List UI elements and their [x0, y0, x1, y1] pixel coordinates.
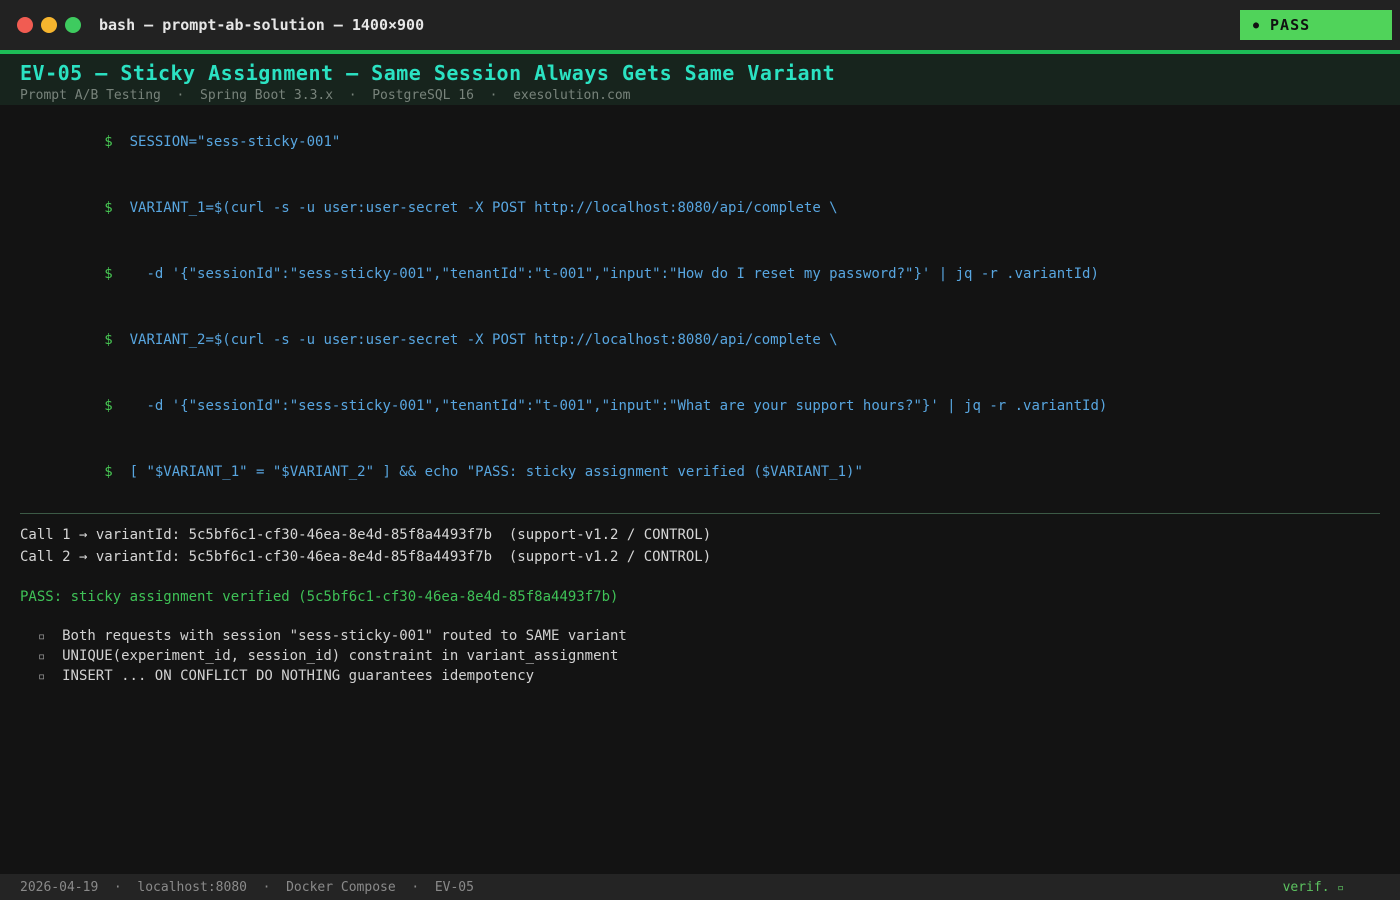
status-bar-right: verif. ▫ [1283, 880, 1344, 895]
status-bar: 2026-04-19 · localhost:8080 · Docker Com… [0, 874, 1400, 900]
note-item: ▫ UNIQUE(experiment_id, session_id) cons… [20, 646, 1380, 666]
terminal-body: $ SESSION="sess-sticky-001" $ VARIANT_1=… [0, 105, 1400, 820]
prompt-symbol: $ [104, 464, 113, 480]
note-text: UNIQUE(experiment_id, session_id) constr… [45, 648, 619, 664]
badge-label: PASS [1270, 16, 1311, 34]
traffic-lights [17, 17, 81, 33]
terminal-command-line: $ VARIANT_2=$(curl -s -u user:user-secre… [20, 307, 1380, 373]
close-button[interactable] [17, 17, 33, 33]
zoom-button[interactable] [65, 17, 81, 33]
minimize-button[interactable] [41, 17, 57, 33]
command-text: SESSION="sess-sticky-001" [112, 134, 341, 150]
command-text: VARIANT_1=$(curl -s -u user:user-secret … [112, 200, 838, 216]
prompt-symbol: $ [104, 332, 113, 348]
status-badge: ● PASS [1240, 10, 1392, 40]
window-title: bash — prompt-ab-solution — 1400×900 [99, 16, 425, 34]
note-text: INSERT ... ON CONFLICT DO NOTHING guaran… [45, 668, 535, 684]
terminal-command-line: $ VARIANT_1=$(curl -s -u user:user-secre… [20, 175, 1380, 241]
pass-result-line: PASS: sticky assignment verified (5c5bf6… [20, 589, 619, 605]
output-block: Call 1 → variantId: 5c5bf6c1-cf30-46ea-8… [20, 524, 1380, 568]
page-title: EV-05 — Sticky Assignment — Same Session… [20, 61, 836, 85]
output-line: Call 2 → variantId: 5c5bf6c1-cf30-46ea-8… [20, 549, 712, 565]
verif-label: verif. [1282, 879, 1330, 895]
output-line: Call 1 → variantId: 5c5bf6c1-cf30-46ea-8… [20, 527, 712, 543]
header: EV-05 — Sticky Assignment — Same Session… [0, 50, 1400, 105]
prompt-symbol: $ [104, 398, 113, 414]
verification-notes: ▫ Both requests with session "sess-stick… [20, 626, 1380, 686]
note-text: Both requests with session "sess-sticky-… [45, 628, 627, 644]
note-item: ▫ INSERT ... ON CONFLICT DO NOTHING guar… [20, 666, 1380, 686]
titlebar: bash — prompt-ab-solution — 1400×900 ● P… [0, 0, 1400, 50]
command-text: -d '{"sessionId":"sess-sticky-001","tena… [112, 266, 1099, 282]
page-subtitle: Prompt A/B Testing · Spring Boot 3.3.x ·… [20, 88, 631, 103]
prompt-symbol: $ [104, 200, 113, 216]
command-text: [ "$VARIANT_1" = "$VARIANT_2" ] && echo … [112, 464, 863, 480]
terminal-command-line: $ [ "$VARIANT_1" = "$VARIANT_2" ] && ech… [20, 439, 1380, 505]
terminal-window: bash — prompt-ab-solution — 1400×900 ● P… [0, 0, 1400, 900]
command-text: -d '{"sessionId":"sess-sticky-001","tena… [112, 398, 1108, 414]
prompt-symbol: $ [104, 134, 113, 150]
terminal-command-line: $ SESSION="sess-sticky-001" [20, 109, 1380, 175]
cursor-icon: ▫ [1337, 880, 1344, 894]
command-block: $ SESSION="sess-sticky-001" $ VARIANT_1=… [20, 109, 1380, 505]
note-item: ▫ Both requests with session "sess-stick… [20, 626, 1380, 646]
terminal-command-line: $ -d '{"sessionId":"sess-sticky-001","te… [20, 241, 1380, 307]
badge-dot-icon: ● [1253, 19, 1261, 31]
status-bar-info: 2026-04-19 · localhost:8080 · Docker Com… [20, 879, 474, 895]
output-divider [20, 513, 1380, 514]
command-text: VARIANT_2=$(curl -s -u user:user-secret … [112, 332, 838, 348]
prompt-symbol: $ [104, 266, 113, 282]
terminal-command-line: $ -d '{"sessionId":"sess-sticky-001","te… [20, 373, 1380, 439]
